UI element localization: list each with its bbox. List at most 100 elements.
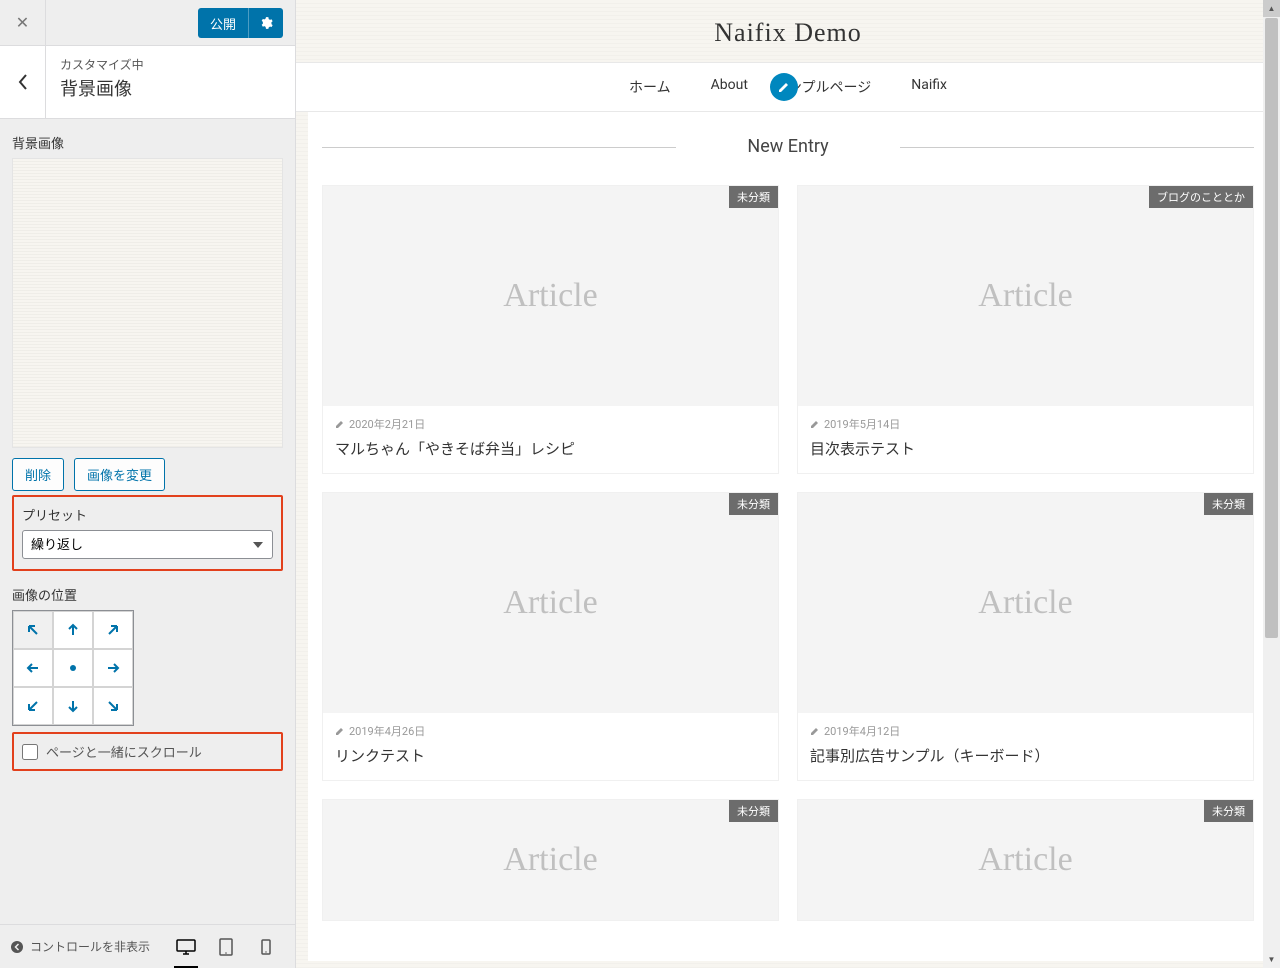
arrow-down-icon	[66, 699, 80, 713]
card-date: 2020年2月21日	[335, 416, 766, 432]
position-label: 画像の位置	[12, 585, 283, 604]
bg-image-preview[interactable]	[12, 158, 283, 448]
arrow-top-right-icon	[106, 623, 120, 637]
card-date: 2019年4月12日	[810, 723, 1241, 739]
publish-area: 公開	[198, 8, 283, 38]
card-grid: 未分類Article2020年2月21日マルちゃん「やきそば弁当」レシピブログの…	[322, 185, 1254, 921]
close-button[interactable]: ✕	[0, 0, 46, 46]
card-title: マルちゃん「やきそば弁当」レシピ	[335, 438, 766, 459]
card-thumbnail: Article	[798, 800, 1253, 920]
center-dot-icon	[66, 661, 80, 675]
site-title[interactable]: Naifix Demo	[296, 18, 1280, 48]
card-date: 2019年4月26日	[335, 723, 766, 739]
article-card[interactable]: 未分類Article2019年4月26日リンクテスト	[322, 492, 779, 781]
nav-item-naifix[interactable]: Naifix	[911, 77, 947, 97]
article-card[interactable]: 未分類Article	[322, 799, 779, 921]
card-thumbnail: Article	[323, 493, 778, 713]
arrow-right-icon	[106, 661, 120, 675]
card-title: リンクテスト	[335, 745, 766, 766]
position-grid	[12, 610, 134, 726]
nav-item-sample[interactable]: ンプルページ	[788, 77, 871, 97]
card-category-tag[interactable]: 未分類	[1204, 493, 1253, 515]
scroll-checkbox-label[interactable]: ページと一緒にスクロール	[46, 742, 202, 761]
position-bottom-right[interactable]	[93, 687, 133, 725]
top-bar: ✕ 公開	[0, 0, 295, 46]
back-button[interactable]	[0, 46, 46, 118]
delete-button[interactable]: 削除	[12, 458, 64, 491]
pencil-icon	[777, 80, 791, 94]
card-thumbnail: Article	[798, 186, 1253, 406]
device-mobile-button[interactable]	[246, 932, 286, 962]
header-labels: カスタマイズ中 背景画像	[46, 46, 158, 118]
scroll-down-button[interactable]: ▼	[1263, 951, 1280, 968]
customizer-sidebar: ✕ 公開 カスタマイズ中 背景画像 背景画像 削除 画像を変更 プリセット	[0, 0, 296, 968]
device-icons	[166, 932, 286, 962]
position-top-right[interactable]	[93, 611, 133, 649]
card-meta: 2019年4月26日リンクテスト	[323, 713, 778, 780]
section-heading: New Entry	[322, 136, 1254, 157]
card-category-tag[interactable]: 未分類	[729, 493, 778, 515]
nav-item-about[interactable]: About	[711, 77, 748, 97]
publish-button[interactable]: 公開	[198, 8, 248, 38]
close-icon: ✕	[16, 13, 29, 32]
card-title: 記事別広告サンプル（キーボード）	[810, 745, 1241, 766]
image-buttons-row: 削除 画像を変更	[12, 458, 283, 491]
preset-select[interactable]: 繰り返し	[22, 530, 273, 559]
hide-controls-button[interactable]: コントロールを非表示	[10, 938, 158, 955]
card-category-tag[interactable]: 未分類	[729, 186, 778, 208]
card-meta: 2019年5月14日目次表示テスト	[798, 406, 1253, 473]
scroll-up-button[interactable]: ▲	[1263, 0, 1280, 17]
position-top-center[interactable]	[53, 611, 93, 649]
position-top-left[interactable]	[13, 611, 53, 649]
position-middle-left[interactable]	[13, 649, 53, 687]
edit-icon	[335, 726, 345, 736]
card-thumbnail: Article	[323, 186, 778, 406]
nav-item-home[interactable]: ホーム	[629, 77, 671, 97]
scrollbar-thumb[interactable]	[1265, 18, 1278, 638]
nav-bar: ホーム About ンプルページ Naifix	[296, 62, 1280, 112]
position-bottom-left[interactable]	[13, 687, 53, 725]
edit-shortcut-badge[interactable]	[770, 73, 798, 101]
chevron-left-icon	[17, 73, 29, 91]
position-center[interactable]	[53, 649, 93, 687]
device-tablet-button[interactable]	[206, 932, 246, 962]
arrow-left-icon	[26, 661, 40, 675]
scroll-checkbox[interactable]	[22, 744, 38, 760]
position-bottom-center[interactable]	[53, 687, 93, 725]
preset-label: プリセット	[22, 505, 273, 524]
article-card[interactable]: 未分類Article2019年4月12日記事別広告サンプル（キーボード）	[797, 492, 1254, 781]
article-card[interactable]: 未分類Article	[797, 799, 1254, 921]
scrollbar-track[interactable]: ▲ ▼	[1263, 0, 1280, 968]
card-meta: 2019年4月12日記事別広告サンプル（キーボード）	[798, 713, 1253, 780]
edit-icon	[810, 726, 820, 736]
device-desktop-button[interactable]	[166, 932, 206, 962]
edit-icon	[810, 419, 820, 429]
card-category-tag[interactable]: 未分類	[729, 800, 778, 822]
scroll-checkbox-row: ページと一緒にスクロール	[22, 742, 273, 761]
collapse-left-icon	[10, 940, 24, 954]
bottom-bar: コントロールを非表示	[0, 924, 296, 968]
bg-image-label: 背景画像	[12, 133, 283, 152]
arrow-bottom-left-icon	[26, 699, 40, 713]
gear-icon	[259, 16, 273, 30]
preset-highlight-box: プリセット 繰り返し	[12, 495, 283, 571]
change-image-button[interactable]: 画像を変更	[74, 458, 165, 491]
tablet-icon	[219, 938, 233, 956]
arrow-up-icon	[66, 623, 80, 637]
card-thumbnail: Article	[323, 800, 778, 920]
panel-content: 背景画像 削除 画像を変更 プリセット 繰り返し 画像の位置	[0, 119, 295, 791]
position-middle-right[interactable]	[93, 649, 133, 687]
card-title: 目次表示テスト	[810, 438, 1241, 459]
scroll-highlight-box: ページと一緒にスクロール	[12, 732, 283, 771]
article-card[interactable]: ブログのこととかArticle2019年5月14日目次表示テスト	[797, 185, 1254, 474]
edit-icon	[335, 419, 345, 429]
card-category-tag[interactable]: 未分類	[1204, 800, 1253, 822]
article-card[interactable]: 未分類Article 2020年2月21日マルちゃん「やきそば弁当」レシピ	[322, 185, 779, 474]
card-category-tag[interactable]: ブログのこととか	[1149, 186, 1253, 208]
publish-settings-button[interactable]	[248, 8, 283, 38]
arrow-top-left-icon	[26, 623, 40, 637]
mobile-icon	[261, 939, 271, 955]
desktop-icon	[176, 939, 196, 955]
arrow-bottom-right-icon	[106, 699, 120, 713]
card-date: 2019年5月14日	[810, 416, 1241, 432]
